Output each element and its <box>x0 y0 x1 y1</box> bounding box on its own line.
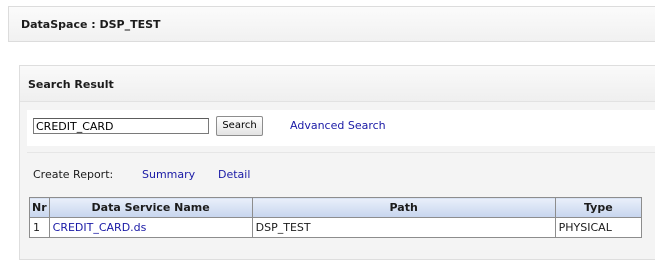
cell-type: PHYSICAL <box>554 217 643 238</box>
page: DataSpace : DSP_TEST Search Result Searc… <box>0 0 655 264</box>
column-header-type[interactable]: Type <box>554 197 643 218</box>
cell-nr: 1 <box>29 217 50 238</box>
search-result-title: Search Result <box>28 78 114 91</box>
advanced-search-link[interactable]: Advanced Search <box>290 119 386 132</box>
dataspace-title: DataSpace : DSP_TEST <box>21 18 161 31</box>
results-table: Nr Data Service Name Path Type 1 CREDIT_… <box>29 197 643 238</box>
table-row: 1 CREDIT_CARD.ds DSP_TEST PHYSICAL <box>29 217 643 238</box>
create-report-line: Create Report: Summary Detail <box>33 168 250 181</box>
search-result-panel: Search Result Search Advanced Search Cre… <box>19 65 655 260</box>
search-bar: Search Advanced Search <box>27 110 655 146</box>
dataspace-header: DataSpace : DSP_TEST <box>8 6 655 42</box>
table-header-row: Nr Data Service Name Path Type <box>29 197 643 218</box>
create-report-label: Create Report: <box>33 168 114 181</box>
data-service-link[interactable]: CREDIT_CARD.ds <box>53 221 147 234</box>
cell-path: DSP_TEST <box>251 217 556 238</box>
cell-name: CREDIT_CARD.ds <box>48 217 253 238</box>
search-result-header: Search Result <box>20 66 655 102</box>
search-input[interactable] <box>33 118 209 134</box>
search-button[interactable]: Search <box>216 116 263 136</box>
detail-report-link[interactable]: Detail <box>218 168 250 181</box>
column-header-nr[interactable]: Nr <box>29 197 50 218</box>
summary-report-link[interactable]: Summary <box>142 168 195 181</box>
column-header-data-service-name[interactable]: Data Service Name <box>48 197 253 218</box>
column-header-path[interactable]: Path <box>251 197 556 218</box>
report-area: Create Report: Summary Detail Nr Data Se… <box>27 152 655 257</box>
